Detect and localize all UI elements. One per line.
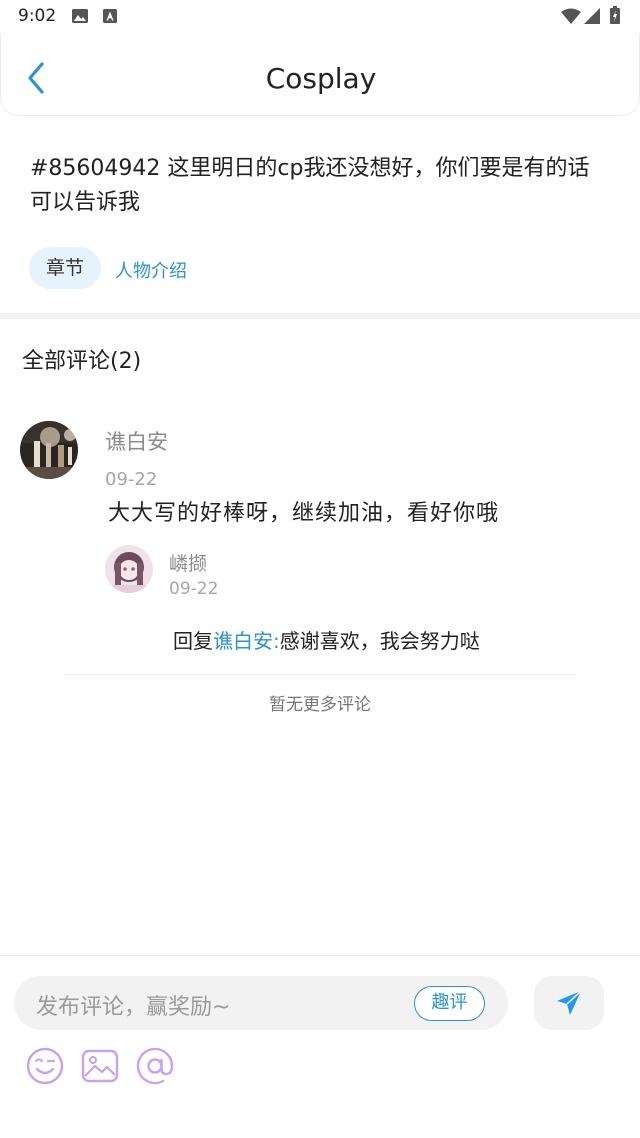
comment-author[interactable]: 谯白安 — [105, 426, 168, 456]
reply-prefix: 回复 — [173, 629, 213, 653]
image-icon[interactable] — [80, 1046, 120, 1086]
image-notification-icon — [72, 9, 88, 23]
reply-text: 回复谯白安:感谢喜欢，我会努力哒 — [173, 625, 480, 654]
comments-header: 全部评论(2) — [22, 349, 142, 374]
character-intro-link[interactable]: 人物介绍 — [115, 257, 187, 283]
send-icon — [557, 990, 582, 1015]
comment-date: 09-22 — [105, 469, 158, 490]
send-button[interactable] — [534, 976, 604, 1030]
status-bar: 9:02 — [0, 0, 640, 34]
page-title: Cosplay — [265, 62, 377, 95]
post-content: #85604942 这里明日的cp我还没想好，你们要是有的话可以告诉我 — [30, 156, 590, 215]
comment-input-placeholder: 发布评论，赢奖励~ — [36, 995, 231, 1020]
reply-date: 09-22 — [169, 579, 219, 599]
chapter-tag[interactable]: 章节 — [29, 247, 101, 289]
a-notification-icon — [103, 9, 117, 23]
wifi-icon — [561, 8, 581, 24]
reply-body: 感谢喜欢，我会努力哒 — [279, 629, 480, 653]
section-divider — [0, 313, 640, 319]
emoji-icon[interactable] — [25, 1046, 65, 1086]
reply-avatar[interactable] — [105, 545, 153, 593]
battery-icon — [610, 6, 620, 24]
avatar[interactable] — [20, 421, 78, 479]
status-time: 9:02 — [18, 6, 57, 26]
reply-mention[interactable]: 谯白安: — [213, 629, 280, 653]
reply-author[interactable]: 嶙撷 — [169, 549, 207, 576]
no-more-comments: 暂无更多评论 — [269, 695, 371, 715]
comment-text: 大大写的好棒呀，继续加油，看好你哦 — [108, 501, 500, 526]
signal-icon — [584, 8, 600, 24]
list-end-divider — [64, 674, 576, 675]
qu-ping-button[interactable]: 趣评 — [414, 986, 485, 1021]
top-app-bar: Cosplay — [0, 34, 640, 116]
at-mention-icon[interactable] — [135, 1046, 175, 1086]
